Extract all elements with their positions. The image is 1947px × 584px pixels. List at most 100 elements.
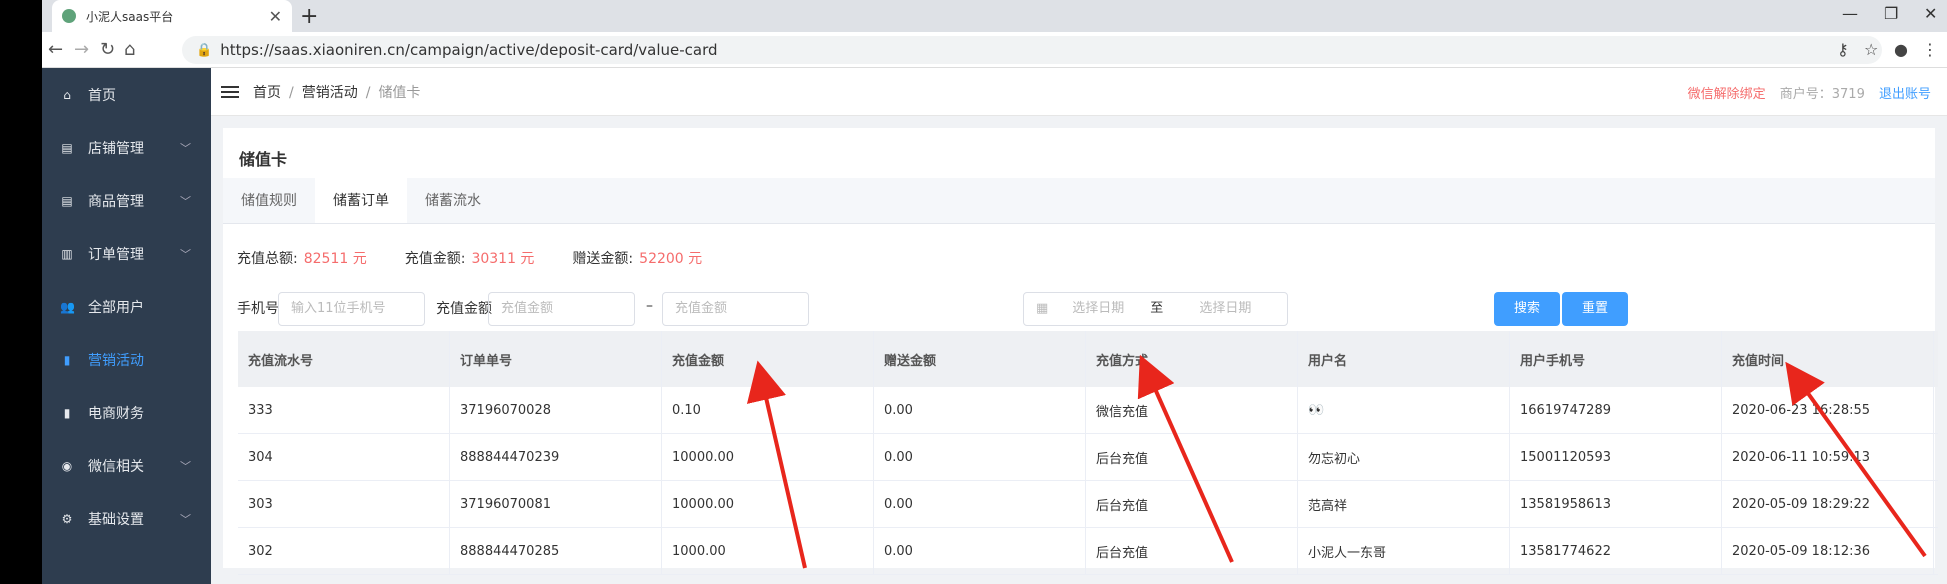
profile-icon[interactable]: ● [1894, 40, 1908, 59]
favicon-icon [62, 9, 76, 23]
table-cell: 888844470285 [450, 528, 662, 574]
sidebar-item-label: 基础设置 [88, 511, 144, 528]
top-bar: 首页 / 营销活动 / 储值卡 微信解除绑定 商户号：3719 退出账号 [211, 68, 1947, 116]
breadcrumb-marketing[interactable]: 营销活动 [302, 85, 358, 101]
url-text: https://saas.xiaoniren.cn/campaign/activ… [220, 41, 718, 59]
tab-strip: 储值规则 储蓄订单 储蓄流水 [223, 178, 1935, 224]
close-tab-icon[interactable]: ✕ [269, 7, 282, 26]
table-cell: 303 [238, 481, 450, 527]
sidebar-item-label: 店铺管理 [88, 140, 144, 157]
key-icon[interactable]: ⚷ [1837, 40, 1849, 59]
home-page-icon[interactable]: ⌂ [124, 39, 135, 60]
table-cell: 小泥人一东哥 [1298, 528, 1510, 574]
table-cell: 302 [238, 528, 450, 574]
sidebar-item-label: 商品管理 [88, 193, 144, 210]
restore-icon[interactable]: ❐ [1884, 4, 1898, 23]
table-cell: 1000.00 [662, 528, 874, 574]
sidebar: ⌂ 首页 ▤ 店铺管理 ﹀ ▤ 商品管理 ﹀ ▥ 订单管理 ﹀ 👥 全部用户 ▮ 营销活动 ▮ 电商… [42, 68, 211, 584]
chevron-down-icon: ﹀ [180, 247, 191, 261]
orders-table: 充值流水号 订单单号 充值金额 赠送金额 充值方式 用户名 用户手机号 充值时间… [238, 331, 1938, 575]
merchant-number: 商户号：3719 [1779, 87, 1865, 102]
url-field[interactable]: 🔒 https://saas.xiaoniren.cn/campaign/act… [182, 36, 1882, 64]
address-bar: ← → ↻ ⌂ 🔒 https://saas.xiaoniren.cn/camp… [42, 32, 1947, 68]
table-cell: 333 [238, 387, 450, 433]
table-cell: 0.00 [874, 528, 1086, 574]
sidebar-item-users[interactable]: 👥 全部用户 [42, 280, 211, 333]
forward-icon[interactable]: → [74, 39, 89, 60]
sidebar-item-home[interactable]: ⌂ 首页 [42, 68, 211, 121]
sidebar-item-wechat[interactable]: ◉ 微信相关 ﹀ [42, 439, 211, 492]
chevron-down-icon: ﹀ [180, 459, 191, 473]
table-cell: 2020-06-23 16:28:55 [1722, 387, 1934, 433]
calendar-icon: ▦ [1036, 301, 1049, 316]
breadcrumb: 首页 / 营销活动 / 储值卡 [253, 84, 421, 101]
breadcrumb-home[interactable]: 首页 [253, 85, 281, 101]
unbind-wechat-link[interactable]: 微信解除绑定 [1688, 87, 1766, 102]
range-dash: – [646, 298, 653, 314]
sidebar-item-label: 营销活动 [88, 352, 144, 369]
reset-button[interactable]: 重置 [1562, 292, 1628, 326]
breadcrumb-current: 储值卡 [378, 84, 421, 101]
hamburger-icon[interactable] [221, 83, 239, 101]
amount-label: 充值金额 [436, 301, 492, 317]
tab-orders[interactable]: 储蓄订单 [315, 178, 407, 223]
logout-link[interactable]: 退出账号 [1879, 87, 1931, 102]
close-window-icon[interactable]: ✕ [1924, 4, 1937, 23]
table-cell: 2020-05-09 18:29:22 [1722, 481, 1934, 527]
minimize-icon[interactable]: — [1842, 4, 1858, 23]
sidebar-item-marketing[interactable]: ▮ 营销活动 [42, 333, 211, 386]
date-end[interactable]: 选择日期 [1199, 293, 1251, 325]
sidebar-item-finance[interactable]: ▮ 电商财务 [42, 386, 211, 439]
browser-tab[interactable]: 小泥人saas平台 ✕ [52, 0, 292, 32]
sidebar-item-label: 全部用户 [88, 299, 144, 316]
table-cell: 微信充值 [1086, 387, 1298, 433]
browser-window: 小泥人saas平台 ✕ + — ❐ ✕ ← → ↻ ⌂ 🔒 https://sa… [42, 0, 1947, 584]
search-button[interactable]: 搜索 [1494, 292, 1560, 326]
table-row: 302 888844470285 1000.00 0.00 后台充值 小泥人一东… [238, 528, 1938, 575]
stat-total-label: 充值总额: [237, 251, 298, 267]
back-icon[interactable]: ← [48, 39, 63, 60]
table-cell: 16619747289 [1510, 387, 1722, 433]
table-cell: 范高祥 [1298, 481, 1510, 527]
stat-total: 充值总额: 82511 元 [237, 248, 367, 268]
sidebar-item-store[interactable]: ▤ 店铺管理 ﹀ [42, 121, 211, 174]
amount-min-input[interactable]: 充值金额 [488, 292, 635, 326]
table-cell: 15001120593 [1510, 434, 1722, 480]
stats-row: 充值总额: 82511 元 充值金额: 30311 元 赠送金额: 52200 元 [223, 224, 1935, 292]
phone-input[interactable]: 输入11位手机号 [278, 292, 425, 326]
date-range-picker[interactable]: ▦ 选择日期 至 选择日期 [1023, 292, 1288, 326]
stat-bonus-value: 52200 元 [639, 251, 703, 267]
header-cell: 充值方式 [1086, 331, 1298, 387]
date-start[interactable]: 选择日期 [1072, 293, 1142, 325]
table-row: 333 37196070028 0.10 0.00 微信充值 👀 1661974… [238, 387, 1938, 434]
sidebar-item-label: 微信相关 [88, 458, 144, 475]
order-icon: ▥ [61, 246, 73, 261]
page-title: 储值卡 [239, 150, 288, 169]
header-cell: 用户名 [1298, 331, 1510, 387]
menu-dots-icon[interactable]: ⋮ [1922, 40, 1938, 59]
table-cell: 888844470239 [450, 434, 662, 480]
star-icon[interactable]: ☆ [1864, 40, 1878, 59]
sidebar-item-label: 电商财务 [88, 405, 144, 422]
stat-amount: 充值金额: 30311 元 [405, 248, 535, 268]
goods-icon: ▤ [61, 193, 73, 208]
new-tab-icon[interactable]: + [300, 4, 318, 29]
tab-bar: 小泥人saas平台 ✕ + — ❐ ✕ [42, 0, 1947, 32]
gear-icon: ⚙ [61, 511, 73, 526]
tab-flow[interactable]: 储蓄流水 [407, 178, 499, 223]
table-cell: 0.10 [662, 387, 874, 433]
header-cell: 充值流水号 [238, 331, 450, 387]
tab-rules[interactable]: 储值规则 [223, 178, 315, 223]
home-icon: ⌂ [63, 87, 71, 102]
reload-icon[interactable]: ↻ [100, 39, 115, 60]
sidebar-item-goods[interactable]: ▤ 商品管理 ﹀ [42, 174, 211, 227]
sidebar-item-label: 订单管理 [88, 246, 144, 263]
header-cell: 赠送金额 [874, 331, 1086, 387]
sidebar-item-settings[interactable]: ⚙ 基础设置 ﹀ [42, 492, 211, 545]
table-cell: 37196070081 [450, 481, 662, 527]
table-cell: 13581958613 [1510, 481, 1722, 527]
table-cell: 后台充值 [1086, 481, 1298, 527]
sidebar-item-orders[interactable]: ▥ 订单管理 ﹀ [42, 227, 211, 280]
stat-bonus: 赠送金额: 52200 元 [572, 248, 702, 268]
amount-max-input[interactable]: 充值金额 [662, 292, 809, 326]
